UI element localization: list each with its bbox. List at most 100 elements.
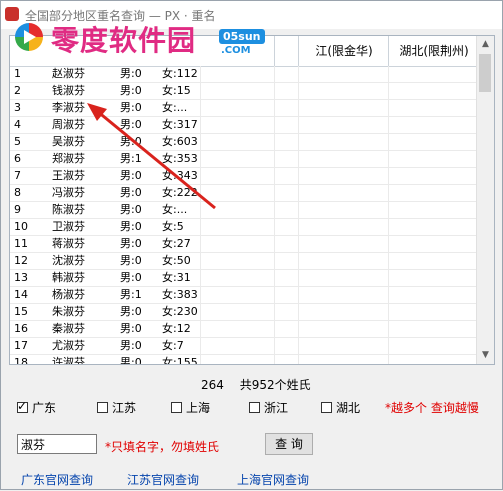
checkbox-guangdong-box[interactable] (17, 399, 28, 413)
scroll-down-icon[interactable]: ▼ (477, 347, 494, 364)
row-female-count: 女:317 (162, 118, 198, 131)
row-female-count: 女:112 (162, 67, 198, 80)
result-summary: 264 共952个姓氏 (201, 376, 323, 393)
checkbox-jiangsu-label: 江苏 (112, 401, 137, 415)
row-male-count: 男:0 (120, 203, 142, 216)
checkbox-shanghai-label: 上海 (186, 401, 211, 415)
row-number: 15 (14, 305, 28, 318)
logo-tag: 05sun (219, 29, 265, 44)
row-female-count: 女:15 (162, 84, 191, 97)
row-number: 17 (14, 339, 28, 352)
scroll-thumb[interactable] (479, 54, 491, 92)
row-number: 11 (14, 237, 28, 250)
table-row[interactable]: 16 秦淑芬 男:0 女:12 (10, 321, 478, 338)
table-row[interactable]: 12 沈淑芬 男:0 女:50 (10, 253, 478, 270)
row-female-count: 女:... (162, 203, 188, 216)
row-male-count: 男:0 (120, 271, 142, 284)
result-count: 264 (201, 378, 224, 392)
app-window: 全国部分地区重名查询 — PX · 重名 江(限金华) 湖北(限荆州) 1 赵淑芬… (0, 0, 503, 490)
official-links: 广东官网查询 江苏官网查询 上海官网查询 (21, 471, 501, 487)
row-name: 周淑芬 (52, 118, 85, 131)
table-row[interactable]: 2 钱淑芬 男:0 女:15 (10, 83, 478, 100)
row-male-count: 男:0 (120, 220, 142, 233)
row-number: 18 (14, 356, 28, 365)
row-name: 陈淑芬 (52, 203, 85, 216)
row-female-count: 女:27 (162, 237, 191, 250)
row-number: 3 (14, 101, 21, 114)
table-row[interactable]: 3 李淑芬 男:0 女:... (10, 100, 478, 117)
table-row[interactable]: 10 卫淑芬 男:0 女:5 (10, 219, 478, 236)
header-hubei[interactable]: 湖北(限荆州) (388, 36, 479, 66)
table-row[interactable]: 17 尤淑芬 男:0 女:7 (10, 338, 478, 355)
row-female-count: 女:5 (162, 220, 184, 233)
table-row[interactable]: 8 冯淑芬 男:0 女:222 (10, 185, 478, 202)
checkbox-shanghai-box[interactable] (171, 402, 182, 413)
header-zhejiang[interactable]: 江(限金华) (298, 36, 389, 66)
table-row[interactable]: 4 周淑芬 男:0 女:317 (10, 117, 478, 134)
checkbox-zhejiang[interactable]: 浙江 (249, 399, 288, 416)
row-female-count: 女:50 (162, 254, 191, 267)
row-male-count: 男:0 (120, 101, 142, 114)
results-grid[interactable]: 江(限金华) 湖北(限荆州) 1 赵淑芬 男:0 女:112 2 钱淑芬 男:0 女:15 3 李… (9, 35, 495, 365)
vertical-scrollbar[interactable]: ▲ ▼ (476, 36, 494, 364)
surname-total: 共952个姓氏 (239, 378, 311, 392)
link-jiangsu[interactable]: 江苏官网查询 (127, 471, 199, 488)
row-name: 赵淑芬 (52, 67, 85, 80)
query-button[interactable]: 查 询 (265, 433, 313, 455)
row-name: 蒋淑芬 (52, 237, 85, 250)
row-name: 吴淑芬 (52, 135, 85, 148)
table-row[interactable]: 15 朱淑芬 男:0 女:230 (10, 304, 478, 321)
row-number: 7 (14, 169, 21, 182)
checkbox-jiangsu-box[interactable] (97, 402, 108, 413)
row-male-count: 男:0 (120, 186, 142, 199)
row-male-count: 男:1 (120, 152, 142, 165)
name-input[interactable] (17, 434, 97, 454)
checkbox-shanghai[interactable]: 上海 (171, 399, 210, 416)
link-shanghai[interactable]: 上海官网查询 (237, 471, 309, 488)
row-number: 10 (14, 220, 28, 233)
row-name: 冯淑芬 (52, 186, 85, 199)
row-name: 卫淑芬 (52, 220, 85, 233)
table-row[interactable]: 7 王淑芬 男:0 女:343 (10, 168, 478, 185)
table-row[interactable]: 14 杨淑芬 男:1 女:383 (10, 287, 478, 304)
row-name: 沈淑芬 (52, 254, 85, 267)
header-cell-partial[interactable] (274, 36, 299, 66)
row-female-count: 女:222 (162, 186, 198, 199)
link-guangdong[interactable]: 广东官网查询 (21, 471, 93, 488)
row-name: 许淑芬 (52, 356, 85, 365)
table-row[interactable]: 6 郑淑芬 男:1 女:353 (10, 151, 478, 168)
row-name: 王淑芬 (52, 169, 85, 182)
row-number: 1 (14, 67, 21, 80)
row-name: 钱淑芬 (52, 84, 85, 97)
row-name: 郑淑芬 (52, 152, 85, 165)
row-name: 尤淑芬 (52, 339, 85, 352)
grid-rows: 1 赵淑芬 男:0 女:112 2 钱淑芬 男:0 女:15 3 李淑芬 男:0 女:... 4 周淑芬男… (10, 66, 478, 365)
checkbox-jiangsu[interactable]: 江苏 (97, 399, 136, 416)
row-male-count: 男:1 (120, 288, 142, 301)
row-number: 16 (14, 322, 28, 335)
checkbox-guangdong[interactable]: 广东 (17, 399, 56, 416)
row-name: 杨淑芬 (52, 288, 85, 301)
checkbox-hubei-box[interactable] (321, 402, 332, 413)
row-female-count: 女:31 (162, 271, 191, 284)
scroll-up-icon[interactable]: ▲ (477, 36, 494, 53)
row-female-count: 女:383 (162, 288, 198, 301)
row-female-count: 女:230 (162, 305, 198, 318)
row-male-count: 男:0 (120, 67, 142, 80)
table-row[interactable]: 11 蒋淑芬 男:0 女:27 (10, 236, 478, 253)
checkbox-hubei[interactable]: 湖北 (321, 399, 360, 416)
checkbox-zhejiang-box[interactable] (249, 402, 260, 413)
table-row[interactable]: 13 韩淑芬 男:0 女:31 (10, 270, 478, 287)
table-row[interactable]: 18 许淑芬 男:0 女:155 (10, 355, 478, 365)
row-female-count: 女:353 (162, 152, 198, 165)
row-male-count: 男:0 (120, 254, 142, 267)
speed-warning: *越多个 查询越慢 (385, 401, 479, 415)
row-number: 9 (14, 203, 21, 216)
table-row[interactable]: 1 赵淑芬 男:0 女:112 (10, 66, 478, 83)
row-number: 8 (14, 186, 21, 199)
row-female-count: 女:... (162, 101, 188, 114)
table-row[interactable]: 9 陈淑芬 男:0 女:... (10, 202, 478, 219)
row-name: 韩淑芬 (52, 271, 85, 284)
table-row[interactable]: 5 吴淑芬 男:0 女:603 (10, 134, 478, 151)
row-female-count: 女:155 (162, 356, 198, 365)
